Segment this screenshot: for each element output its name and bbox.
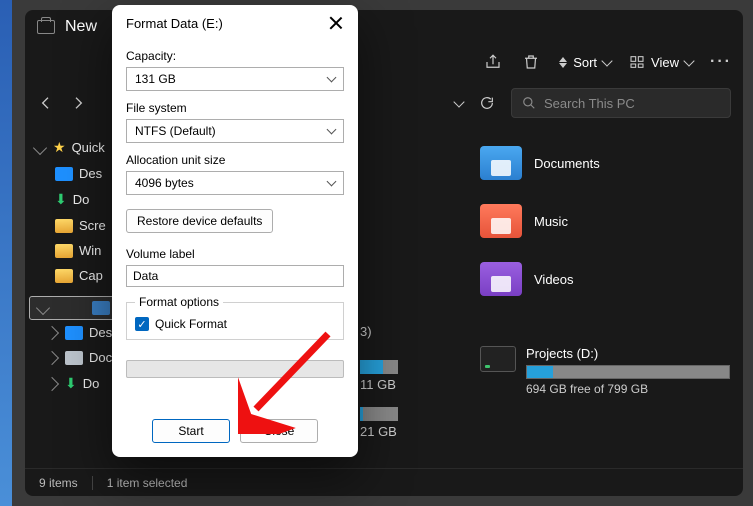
search-input[interactable]: Search This PC xyxy=(511,88,731,118)
close-icon[interactable] xyxy=(328,15,344,31)
drive-name: Projects (D:) xyxy=(526,346,730,361)
documents-icon xyxy=(65,351,83,365)
selection-count: 1 item selected xyxy=(107,476,188,490)
sidebar-item-label: Des xyxy=(89,325,112,340)
quick-format-label: Quick Format xyxy=(155,317,227,331)
drive-bar-peek xyxy=(360,407,398,421)
folder-icon xyxy=(55,244,73,258)
volume-label-label: Volume label xyxy=(126,247,344,261)
folder-icon xyxy=(55,269,73,283)
capacity-select[interactable]: 131 GB xyxy=(126,67,344,91)
checkbox-checked-icon: ✓ xyxy=(135,317,149,331)
chevron-right-icon xyxy=(45,376,59,390)
view-label: View xyxy=(651,55,679,70)
star-icon: ★ xyxy=(53,139,66,156)
allocation-select[interactable]: 4096 bytes xyxy=(126,171,344,195)
download-icon: ⬇ xyxy=(55,191,67,208)
filesystem-value: NTFS (Default) xyxy=(135,124,216,138)
folder-label: Music xyxy=(534,214,568,229)
back-button[interactable] xyxy=(37,94,55,112)
format-dialog: Format Data (E:) Capacity: 131 GB File s… xyxy=(112,5,358,457)
chevron-down-icon xyxy=(36,301,50,315)
capacity-value: 131 GB xyxy=(135,72,176,86)
drive-usage-bar xyxy=(526,365,730,379)
sidebar-item-label: Quick xyxy=(72,140,105,155)
videos-folder-icon xyxy=(480,262,522,296)
folder-label: Documents xyxy=(534,156,600,171)
drive-free-text: 694 GB free of 799 GB xyxy=(526,382,730,396)
sort-button[interactable]: Sort xyxy=(559,55,611,70)
format-progress-bar xyxy=(126,360,344,378)
folder-label: Videos xyxy=(534,272,574,287)
desktop-icon xyxy=(55,167,73,181)
address-chevron-icon[interactable] xyxy=(453,96,464,107)
filesystem-label: File system xyxy=(126,101,344,115)
format-options-group: Format options ✓ Quick Format xyxy=(126,295,344,340)
drive-bar-peek xyxy=(360,360,398,374)
chevron-right-icon xyxy=(45,350,59,364)
dialog-title: Format Data (E:) xyxy=(126,16,223,31)
music-folder-icon xyxy=(480,204,522,238)
sidebar-item-label: Do xyxy=(73,192,90,207)
folder-music[interactable]: Music xyxy=(480,204,723,238)
format-options-legend: Format options xyxy=(135,295,223,309)
separator xyxy=(92,476,93,490)
chevron-down-icon xyxy=(601,55,612,66)
search-placeholder: Search This PC xyxy=(544,96,635,111)
chevron-down-icon xyxy=(683,55,694,66)
forward-button[interactable] xyxy=(69,94,87,112)
chevron-down-icon xyxy=(327,177,337,187)
status-bar: 9 items 1 item selected xyxy=(25,468,743,496)
drive-icon xyxy=(480,346,516,372)
volume-label-input[interactable] xyxy=(126,265,344,287)
new-button-label[interactable]: New xyxy=(65,18,97,36)
sort-label: Sort xyxy=(573,55,597,70)
sidebar-item-label: Scre xyxy=(79,218,106,233)
item-count: 9 items xyxy=(39,476,78,490)
sidebar-item-label: Win xyxy=(79,243,101,258)
chevron-down-icon xyxy=(327,125,337,135)
sort-icon xyxy=(559,57,567,68)
dialog-titlebar: Format Data (E:) xyxy=(112,5,358,41)
filesystem-select[interactable]: NTFS (Default) xyxy=(126,119,344,143)
drive-d[interactable]: Projects (D:) 694 GB free of 799 GB xyxy=(480,346,730,396)
sidebar-item-label: Doc xyxy=(89,350,112,365)
desktop-icon xyxy=(65,326,83,340)
pc-icon xyxy=(92,301,110,315)
allocation-label: Allocation unit size xyxy=(126,153,344,167)
chevron-down-icon xyxy=(33,140,47,154)
documents-folder-icon xyxy=(480,146,522,180)
chevron-right-icon xyxy=(45,325,59,339)
refresh-button[interactable] xyxy=(477,93,497,113)
folder-videos[interactable]: Videos xyxy=(480,262,723,296)
group-count-peek: 3) xyxy=(360,324,372,339)
new-folder-icon xyxy=(37,20,55,34)
drive-e-size-peek: 21 GB xyxy=(360,424,397,439)
view-button[interactable]: View xyxy=(629,54,693,70)
folder-icon xyxy=(55,219,73,233)
more-icon[interactable]: ··· xyxy=(711,52,731,72)
download-icon: ⬇ xyxy=(65,375,77,392)
drive-c-size-peek: 11 GB xyxy=(360,377,396,392)
delete-icon[interactable] xyxy=(521,52,541,72)
chevron-down-icon xyxy=(327,73,337,83)
capacity-label: Capacity: xyxy=(126,49,344,63)
sidebar-item-label: Cap xyxy=(79,268,103,283)
sidebar-item-label: Do xyxy=(83,376,100,391)
folder-documents[interactable]: Documents xyxy=(480,146,723,180)
search-icon xyxy=(522,96,536,110)
close-button[interactable]: Close xyxy=(240,419,318,443)
allocation-value: 4096 bytes xyxy=(135,176,194,190)
quick-format-checkbox[interactable]: ✓ Quick Format xyxy=(135,317,335,331)
share-icon[interactable] xyxy=(483,52,503,72)
view-icon xyxy=(629,54,645,70)
start-button[interactable]: Start xyxy=(152,419,230,443)
restore-defaults-button[interactable]: Restore device defaults xyxy=(126,209,273,233)
sidebar-item-label: Des xyxy=(79,166,102,181)
windows-taskbar-edge xyxy=(0,0,12,506)
dialog-actions: Start Close xyxy=(112,407,358,457)
